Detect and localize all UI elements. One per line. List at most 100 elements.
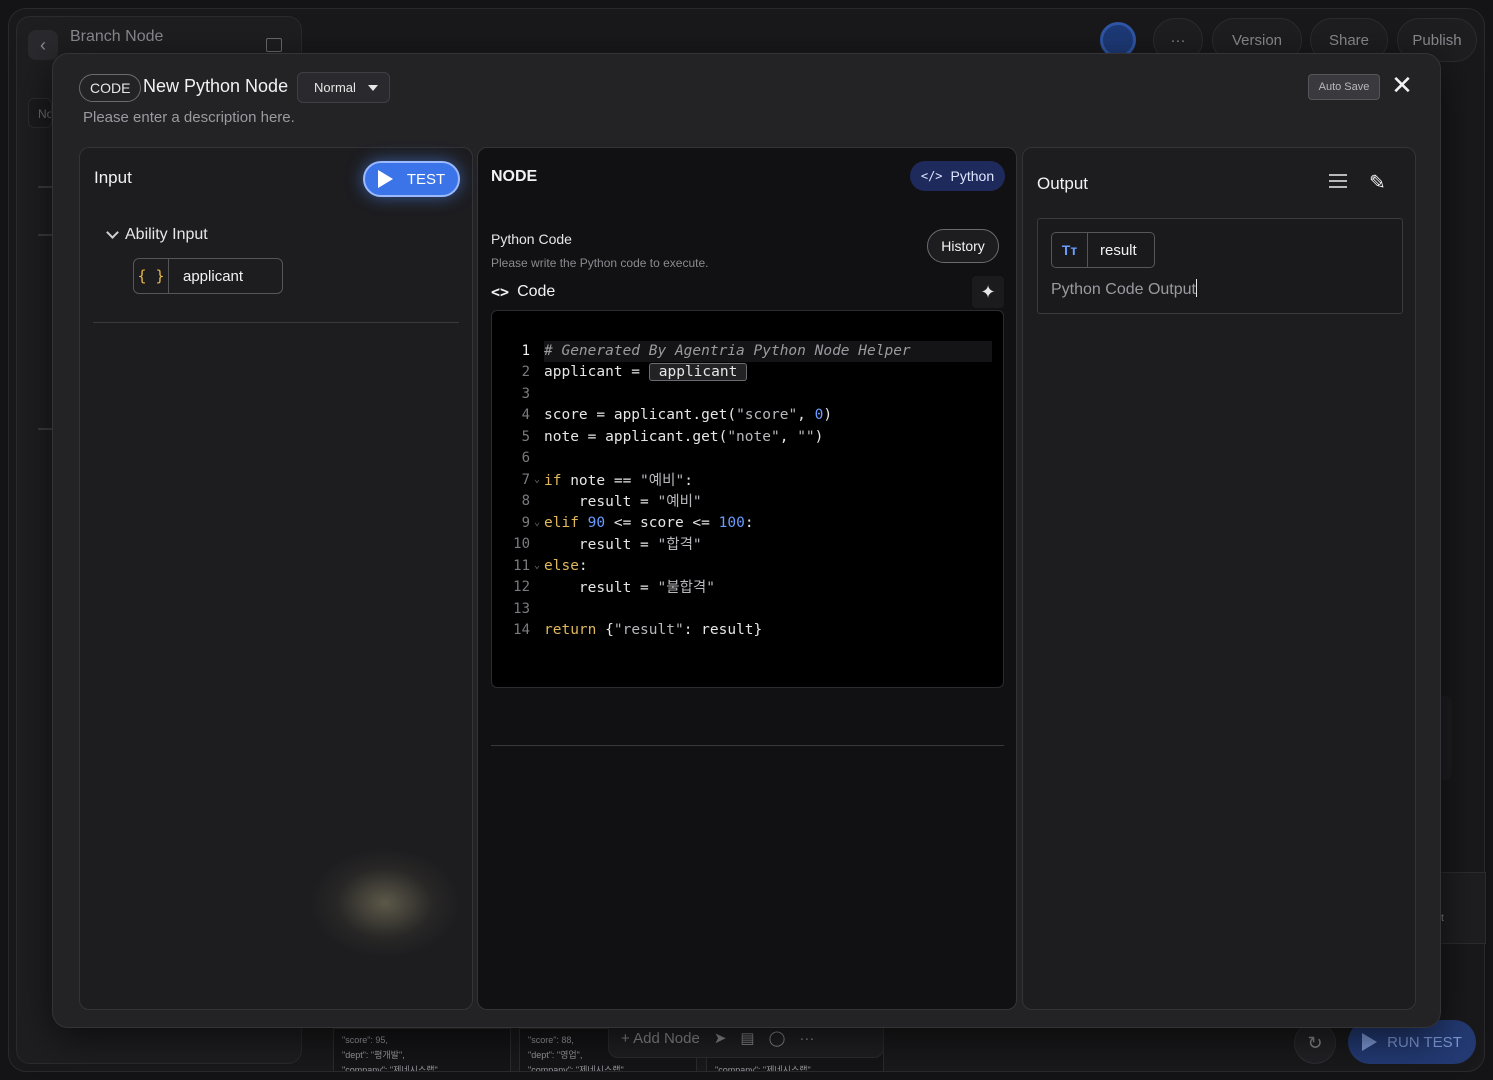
code-line: 8 result = "예비" (492, 490, 1003, 511)
code-text: elif 90 <= score <= 100: (544, 514, 754, 531)
code-line: 13 (492, 598, 1003, 619)
fold-chevron-icon[interactable]: ⌄ (530, 474, 544, 485)
ability-input-label: Ability Input (125, 226, 208, 243)
text-cursor (1195, 279, 1197, 297)
python-code-label: Python Code (491, 231, 572, 247)
line-number: 7 (521, 471, 530, 488)
python-code-hint: Please write the Python code to execute. (491, 256, 709, 270)
line-number: 13 (513, 600, 530, 617)
code-text: result = "예비" (544, 494, 702, 510)
sidebar-item-icon[interactable] (38, 234, 52, 236)
code-text: if note == "예비": (544, 473, 693, 489)
output-panel-title: Output (1037, 174, 1089, 193)
input-panel: Input TEST Ability Input { } applicant (79, 147, 473, 1010)
fold-chevron-icon[interactable]: ⌄ (530, 517, 544, 528)
chevron-down-icon (106, 226, 119, 239)
mode-select-value: Normal (314, 80, 356, 95)
play-icon (377, 170, 393, 188)
line-number: 5 (521, 428, 530, 445)
code-line: 7 ⌄ if note == "예비": (492, 469, 1003, 490)
menu-icon[interactable] (1329, 174, 1347, 188)
refresh-history-icon[interactable]: ↻ (1294, 1022, 1336, 1064)
sidebar-item-icon[interactable] (38, 186, 52, 188)
code-label: <> Code (491, 283, 555, 301)
json-line: "score": 95, (342, 1035, 388, 1045)
json-line: "company": "제네시스랩", (528, 1065, 627, 1072)
json-line: "company": "제네시스랩", (715, 1065, 814, 1072)
ability-input-toggle[interactable]: Ability Input (106, 226, 208, 244)
node-title[interactable]: New Python Node (143, 76, 288, 97)
code-line: 4 score = applicant.get("score", 0) (492, 404, 1003, 425)
code-line: 10 result = "합격" (492, 533, 1003, 554)
code-text: result = "합격" (544, 537, 702, 553)
code-line: 3 (492, 383, 1003, 404)
code-line: 1 # Generated By Agentria Python Node Hel… (492, 340, 1003, 361)
code-line: 11 ⌄ else: (492, 555, 1003, 576)
toggle-panel-icon[interactable] (266, 38, 282, 52)
side-handle[interactable] (1440, 696, 1452, 780)
node-panel-title: NODE (491, 168, 538, 185)
line-number: 8 (521, 492, 530, 509)
output-description-text: Python Code Output (1051, 281, 1196, 298)
pointer-icon[interactable]: ➤ (714, 1029, 727, 1047)
page-title: Branch Node (70, 28, 164, 45)
back-button[interactable]: ‹ (28, 30, 58, 60)
variable-token[interactable]: applicant (648, 362, 748, 381)
line-number: 11 (513, 557, 530, 574)
test-button-label: TEST (406, 170, 446, 188)
divider (491, 745, 1004, 746)
background-glow (310, 848, 460, 958)
close-icon[interactable]: ✕ (1391, 72, 1413, 98)
ai-sparkle-icon[interactable]: ✦ (972, 276, 1004, 308)
json-line: "company": "제네시스랩", (342, 1065, 441, 1072)
code-text: note = applicant.get("note", "") (544, 428, 824, 445)
node-panel: NODE </> Python Python Code Please write… (477, 147, 1017, 1010)
description-field[interactable]: Please enter a description here. (83, 109, 295, 126)
line-number: 9 (521, 514, 530, 531)
line-number: 12 (513, 578, 530, 595)
object-icon: { } (134, 259, 169, 293)
output-variable-name: result (1100, 241, 1137, 259)
line-number: 4 (521, 406, 530, 423)
sidebar-item-icon[interactable] (38, 428, 52, 430)
caret-down-icon (367, 84, 378, 91)
output-variable-card: Tт result Python Code Output (1037, 218, 1403, 314)
code-line: 6 (492, 447, 1003, 468)
code-icon: </> (920, 169, 943, 183)
code-editor[interactable]: 1 # Generated By Agentria Python Node Hel… (491, 310, 1004, 688)
language-badge[interactable]: </> Python (910, 161, 1005, 191)
code-brackets-icon: <> (491, 283, 510, 301)
output-description-input[interactable]: Python Code Output (1051, 279, 1197, 299)
code-text: applicant = applicant (544, 362, 748, 381)
more-icon[interactable]: ··· (799, 1030, 814, 1047)
line-number: 3 (521, 385, 530, 402)
code-line: 14 return {"result": result} (492, 619, 1003, 640)
divider (93, 322, 459, 323)
side-card-label: t (1441, 913, 1444, 924)
code-text: else: (544, 557, 588, 574)
mode-select[interactable]: Normal (297, 72, 390, 103)
code-line: 5 note = applicant.get("note", "") (492, 426, 1003, 447)
edit-pencil-icon[interactable]: ✎ (1369, 170, 1386, 195)
history-button[interactable]: History (927, 229, 999, 263)
code-line: 2 applicant = applicant (492, 361, 1003, 382)
line-number: 1 (521, 342, 530, 359)
code-text: result = "불합격" (544, 580, 715, 596)
output-panel: Output ✎ Tт result Python Code Output (1022, 147, 1416, 1010)
test-button[interactable]: TEST (363, 161, 460, 197)
notes-icon[interactable]: ▤ (740, 1029, 754, 1047)
fold-chevron-icon[interactable]: ⌄ (530, 560, 544, 571)
language-label: Python (950, 168, 995, 184)
auto-save-badge: Auto Save (1308, 74, 1380, 100)
input-variable-chip[interactable]: { } applicant (133, 258, 283, 294)
node-type-badge: CODE (79, 74, 142, 102)
line-number: 14 (513, 621, 530, 638)
side-card: t (1440, 872, 1486, 944)
output-variable-chip[interactable]: Tт result (1051, 232, 1155, 268)
code-line: 9 ⌄ elif 90 <= score <= 100: (492, 512, 1003, 533)
text-type-icon: Tт (1052, 233, 1088, 267)
left-tab-partial[interactable]: No (28, 98, 52, 128)
comment-icon[interactable]: ◯ (769, 1029, 786, 1047)
add-node-button[interactable]: + Add Node (621, 1030, 700, 1047)
line-number: 10 (513, 535, 530, 552)
